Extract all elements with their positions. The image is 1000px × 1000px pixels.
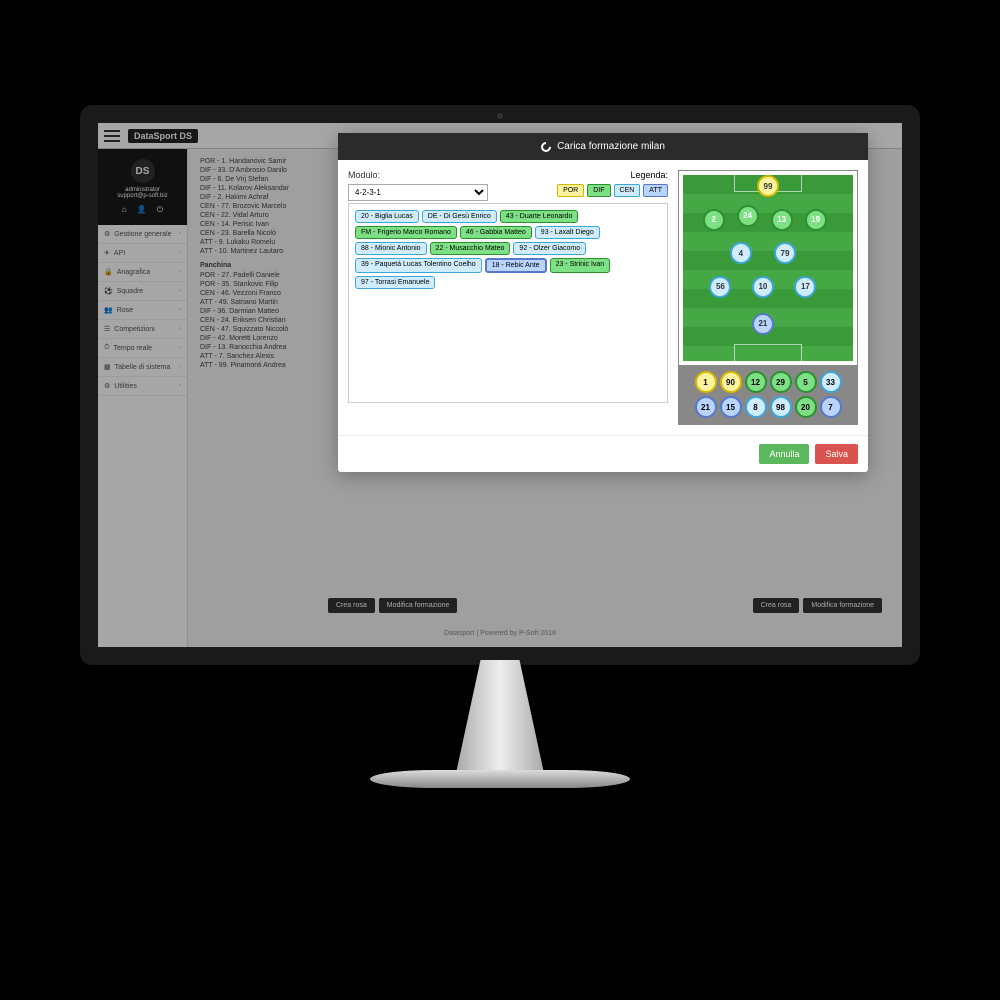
player-chip[interactable]: 93 - Laxalt Diego (535, 226, 600, 239)
pitch-player[interactable]: 56 (709, 276, 731, 298)
player-chip[interactable]: 18 - Rebic Ante (485, 258, 547, 273)
modal-footer: Annulla Salva (338, 435, 868, 472)
pitch-player[interactable]: 79 (774, 242, 796, 264)
modulo-select[interactable]: 4-2-3-1 (348, 184, 488, 201)
bench-player[interactable]: 21 (695, 396, 717, 418)
monitor-frame: DataSport DS DS administrator support@p-… (80, 105, 920, 665)
pitch-field[interactable]: 99 2 24 13 19 4 79 56 10 17 21 (681, 173, 855, 363)
refresh-icon (539, 139, 553, 153)
pitch-player[interactable]: 10 (752, 276, 774, 298)
player-chip[interactable]: FM - Frigerio Marco Romano (355, 226, 457, 239)
pitch-player[interactable]: 2 (703, 209, 725, 231)
player-chip[interactable]: 46 - Gabbia Matteo (460, 226, 532, 239)
player-chip[interactable]: 43 - Duarte Leonardo (500, 210, 579, 223)
modal-right: 99224131947956101721 1901229533211589820… (678, 170, 858, 425)
screen: DataSport DS DS administrator support@p-… (98, 123, 902, 647)
player-chip[interactable]: 97 - Torrasi Emanuele (355, 276, 435, 289)
pitch-player[interactable]: 17 (794, 276, 816, 298)
bench-player[interactable]: 12 (745, 371, 767, 393)
pitch-player[interactable]: 24 (737, 205, 759, 227)
modal-body: Modulo: 4-2-3-1 Legenda: PORDIF CENATT 20… (338, 160, 868, 435)
modulo-label: Modulo: (348, 170, 488, 180)
save-button[interactable]: Salva (815, 444, 858, 464)
player-chip[interactable]: 22 - Musacchio Mateo (430, 242, 511, 255)
player-chip[interactable]: 20 - Biglia Lucas (355, 210, 419, 223)
bench-player[interactable]: 98 (770, 396, 792, 418)
modal-header: Carica formazione milan (338, 133, 868, 160)
legend-row: PORDIF CENATT (557, 184, 668, 197)
available-players-box: 20 - Biglia LucasDE - Di Gesù Enrico43 -… (348, 203, 668, 403)
monitor-stand (435, 660, 565, 780)
player-chip[interactable]: 92 - Olzer Giacomo (513, 242, 586, 255)
bench-player[interactable]: 7 (820, 396, 842, 418)
pitch-player[interactable]: 21 (752, 313, 774, 335)
formation-modal: Carica formazione milan Modulo: 4-2-3-1 … (338, 133, 868, 472)
player-chip[interactable]: 39 - Paquetá Lucas Tolentino Coelho (355, 258, 482, 273)
pitch-container: 99224131947956101721 1901229533211589820… (678, 170, 858, 425)
player-chip[interactable]: DE - Di Gesù Enrico (422, 210, 497, 223)
player-chip[interactable]: 23 - Strinic Ivan (550, 258, 611, 273)
legend-cen: CEN (614, 184, 641, 197)
pitch-player[interactable]: 4 (730, 242, 752, 264)
legend-por: POR (557, 184, 584, 197)
legenda-label: Legenda: (557, 170, 668, 180)
bench-player[interactable]: 15 (720, 396, 742, 418)
bench-player[interactable]: 90 (720, 371, 742, 393)
pitch-player[interactable]: 13 (771, 209, 793, 231)
bench-strip: 1901229533 2115898207 (679, 365, 857, 424)
modal-title: Carica formazione milan (557, 141, 665, 152)
pitch-player[interactable]: 19 (805, 209, 827, 231)
bench-player[interactable]: 1 (695, 371, 717, 393)
cancel-button[interactable]: Annulla (759, 444, 809, 464)
bench-player[interactable]: 33 (820, 371, 842, 393)
monitor-base (370, 770, 630, 788)
bench-player[interactable]: 8 (745, 396, 767, 418)
bench-player[interactable]: 5 (795, 371, 817, 393)
modal-left: Modulo: 4-2-3-1 Legenda: PORDIF CENATT 20… (348, 170, 668, 425)
player-chip[interactable]: 88 - Mionic Antonio (355, 242, 427, 255)
legend-dif: DIF (587, 184, 610, 197)
bench-player[interactable]: 20 (795, 396, 817, 418)
bench-player[interactable]: 29 (770, 371, 792, 393)
legend-att: ATT (643, 184, 668, 197)
pitch-player[interactable]: 99 (757, 175, 779, 197)
